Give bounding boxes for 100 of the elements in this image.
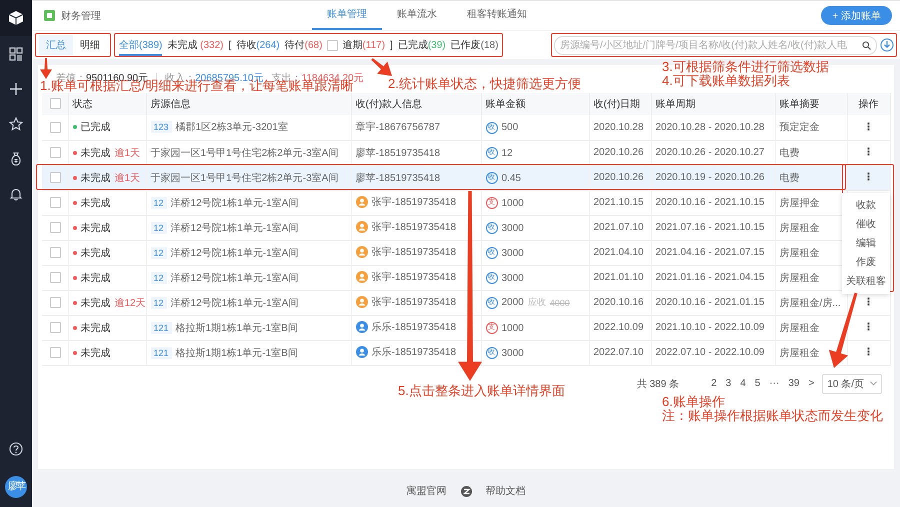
- row-checkbox[interactable]: [50, 346, 61, 358]
- more-button[interactable]: ⋮: [864, 297, 874, 308]
- summary-text: 房屋租金: [780, 248, 820, 258]
- room-text: 洋桥12号院1栋1单元-1室A间: [170, 296, 298, 310]
- column-header: 收(付)日期: [594, 99, 640, 110]
- room-text: 洋桥12号院1栋1单元-1室A间: [170, 222, 298, 234]
- status-tab[interactable]: 待付(68): [284, 34, 322, 56]
- status-text: 未完成: [80, 222, 110, 234]
- room-tag: 121: [150, 346, 172, 358]
- room-tag: 12: [150, 196, 167, 208]
- row-checkbox[interactable]: [50, 296, 61, 308]
- period-text: 2020.10.16 - 2021.01.15: [656, 297, 764, 308]
- date-text: 2020.10.16: [594, 297, 644, 308]
- page-link[interactable]: 2: [710, 378, 718, 389]
- page-link[interactable]: 3: [724, 378, 732, 389]
- page-link[interactable]: 5: [754, 378, 762, 389]
- status-text: 未完成: [80, 196, 110, 210]
- more-button[interactable]: ⋮: [864, 347, 874, 358]
- room-text: 橘郡1区2栋3单元-3201室: [176, 120, 288, 134]
- payer-text: 张宇-18519735418: [372, 296, 456, 308]
- page-ellipsis[interactable]: ···: [768, 378, 780, 389]
- app-title: 财务管理: [61, 10, 101, 22]
- room-text: 于家园一区1号甲1号住宅2栋2单元-3室A间: [150, 146, 338, 160]
- date-text: 2021.01.10: [594, 272, 644, 283]
- cube-icon[interactable]: [8, 10, 24, 26]
- menu-item[interactable]: 关联租客: [842, 272, 890, 291]
- status-tab[interactable]: 未完成 (332): [167, 34, 224, 56]
- next-page-button[interactable]: >: [807, 378, 816, 389]
- footer-link[interactable]: 帮助文档: [486, 484, 526, 498]
- row-checkbox[interactable]: [50, 172, 61, 183]
- period-text: 2020.10.26 - 2020.10.27: [656, 147, 764, 158]
- status-text: 已完成: [80, 120, 110, 134]
- page-link[interactable]: 4: [739, 378, 747, 389]
- amount-text: 1000: [502, 198, 524, 208]
- period-text: 2020.10.19 - 2020.10.26: [656, 172, 764, 183]
- select-all-checkbox[interactable]: [50, 98, 61, 110]
- nav-tab[interactable]: 账单流水: [382, 1, 452, 30]
- row-checkbox[interactable]: [50, 146, 61, 158]
- payer-text: 乐乐-18519735418: [372, 320, 456, 334]
- help-icon[interactable]: [9, 442, 23, 456]
- summary-text: 房屋租金: [780, 322, 820, 334]
- bell-icon[interactable]: [9, 187, 23, 201]
- row-checkbox[interactable]: [50, 122, 61, 133]
- summary-text: 房屋押金: [780, 198, 820, 208]
- menu-item[interactable]: 催收: [842, 215, 890, 234]
- column-header: 房源信息: [150, 99, 190, 110]
- room-text: 洋桥12号院1栋1单元-1室A间: [170, 196, 298, 210]
- status-tab[interactable]: 待收(264): [236, 34, 280, 56]
- status-text: 未完成: [80, 296, 110, 310]
- period-text: 2020.10.28 - 2020.10.28: [656, 122, 764, 133]
- grid-icon[interactable]: [9, 47, 23, 61]
- status-tab[interactable]: 已作废(18): [450, 34, 498, 56]
- payer-text: 张宇-18519735418: [372, 220, 456, 234]
- summary-text: 房屋租金: [780, 222, 820, 234]
- page-link[interactable]: 39: [787, 378, 800, 389]
- amount-text: 3000: [502, 222, 524, 234]
- row-checkbox[interactable]: [50, 222, 61, 233]
- annotation-note: 2.统计账单状态，快捷筛选更方便: [388, 77, 581, 91]
- status-text: 未完成: [80, 322, 110, 334]
- overdue-checkbox[interactable]: [327, 40, 338, 50]
- date-text: 2021.07.10: [594, 222, 644, 233]
- brand-logo-icon: [460, 486, 472, 496]
- more-button[interactable]: ⋮: [864, 122, 874, 133]
- summary-text: 电费: [780, 172, 800, 184]
- status-text: 未完成: [80, 272, 110, 284]
- plus-icon[interactable]: [9, 82, 23, 96]
- date-text: 2022.10.09: [594, 322, 644, 333]
- more-button[interactable]: ⋮: [864, 172, 874, 183]
- summary-text: 电费: [780, 148, 800, 158]
- footer-link[interactable]: 寓盟官网: [406, 484, 446, 498]
- period-text: 2022.07.10 - 2022.10.09: [656, 347, 764, 358]
- payer-text: 章宇-18676756787: [356, 120, 440, 134]
- star-icon[interactable]: [9, 117, 23, 131]
- amount-text: 3000: [502, 272, 524, 284]
- search-icon[interactable]: [862, 40, 871, 50]
- overdue-tag: 逾12天: [114, 296, 145, 310]
- period-text: 2021.01.16 - 2021.04.15: [656, 272, 764, 283]
- more-button[interactable]: ⋮: [864, 147, 874, 158]
- row-checkbox[interactable]: [50, 322, 61, 333]
- menu-item[interactable]: 收款: [842, 196, 890, 215]
- money-bag-icon[interactable]: [9, 152, 23, 166]
- room-text: 洋桥12号院1栋1单元-1室A间: [170, 272, 298, 284]
- summary-text: 房屋租金: [780, 272, 820, 284]
- page-size-select[interactable]: 10 条/页: [822, 374, 882, 394]
- status-tab[interactable]: 逾期(117): [342, 34, 386, 56]
- payer-text: 张宇-18519735418: [372, 270, 456, 284]
- app-logo-icon: [44, 10, 55, 21]
- row-checkbox[interactable]: [50, 246, 61, 258]
- row-checkbox[interactable]: [50, 272, 61, 283]
- room-text: 格拉斯1期1栋1单元-1室B间: [176, 322, 298, 334]
- overdue-tag: 逾1天: [114, 146, 140, 160]
- download-icon[interactable]: [880, 38, 894, 52]
- amount-text: 0.45: [502, 172, 521, 184]
- view-toggle[interactable]: 明细: [73, 35, 107, 55]
- nav-tab[interactable]: 租客转账通知: [452, 1, 542, 30]
- row-checkbox[interactable]: [50, 196, 61, 208]
- payer-text: 张宇-18519735418: [372, 246, 456, 258]
- more-button[interactable]: ⋮: [864, 322, 874, 333]
- status-text: 未完成: [80, 146, 110, 160]
- status-tab[interactable]: 已完成(39): [398, 34, 446, 56]
